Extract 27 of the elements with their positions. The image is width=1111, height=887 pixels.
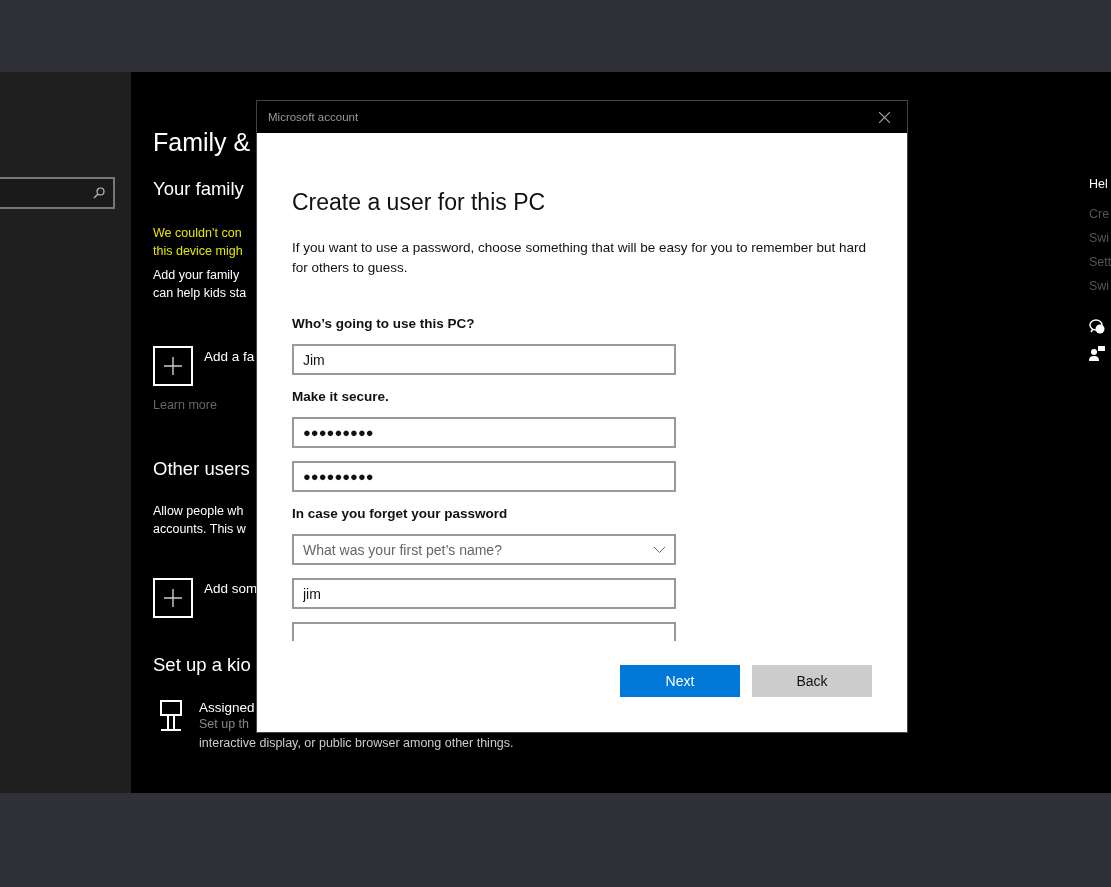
learn-more-link[interactable]: Learn more [153,398,256,412]
field-label: Who’s going to use this PC? [292,316,476,331]
field-label: Make it secure. [292,389,390,404]
section-heading: Set up a kio [153,654,252,676]
intro-text: If you want to use a password, choose something that will be easy for you to remember but hard for others to guess. [292,239,868,277]
kiosk-description: interactive display, or public browser among other things. [199,735,514,752]
page-title: Family & [153,128,252,157]
add-label[interactable]: Add a fa [204,346,255,364]
question-dropdown[interactable]: What was your first pet’s name? [292,534,676,565]
section-heading: Other users [153,458,251,480]
description-text: Add your family can help kids sta [153,267,248,302]
section-heading: Your family [153,178,245,200]
field-label: In case you forget your password [292,506,509,521]
add-label[interactable]: Add som [204,578,258,596]
next-button[interactable]: Next [620,665,740,697]
kiosk-title[interactable]: Assigned [199,700,255,715]
kiosk-description: Set up th [199,716,250,733]
password-field[interactable]: ●●●●●●●●● [292,461,676,492]
input-field[interactable]: jim [292,578,676,609]
dialog-title: Microsoft account [268,111,359,123]
input-field[interactable]: Jim [292,344,676,375]
password-field[interactable]: ●●●●●●●●● [292,417,676,448]
help-heading: Hel [1089,177,1109,191]
warning-text: We couldn’t con this device migh [153,225,244,260]
dialog-heading: Create a user for this PC [292,189,547,216]
back-button[interactable]: Back [752,665,872,697]
description-text: Allow people wh accounts. This w [153,503,247,538]
